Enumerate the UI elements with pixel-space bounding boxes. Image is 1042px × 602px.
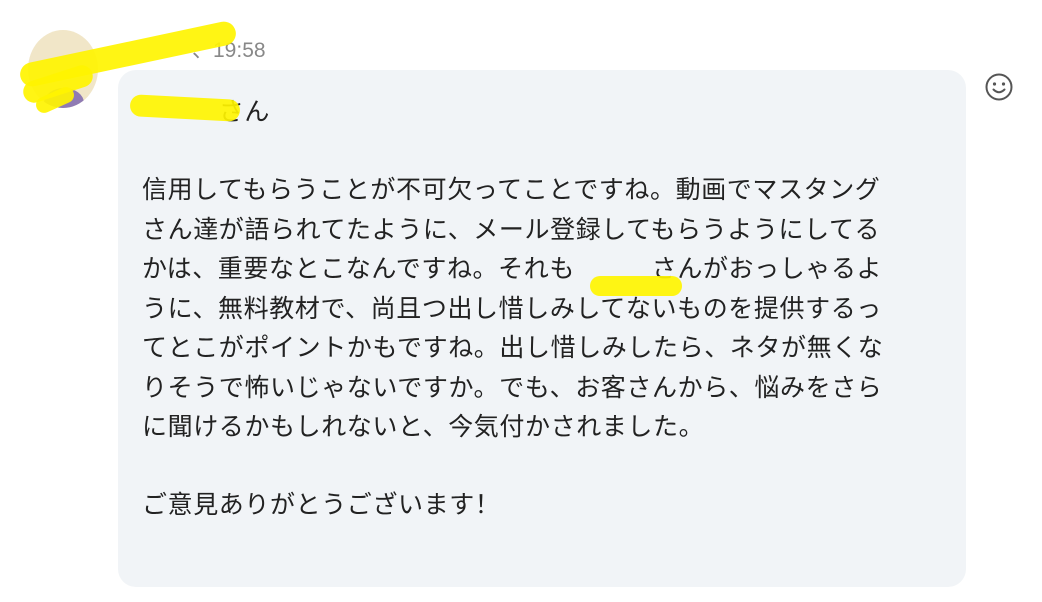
- message-time: 、19:58: [192, 39, 266, 62]
- message-bubble: さん 信用してもらうことが不可欠ってことですね。動画でマスタング さん達が語られ…: [118, 70, 966, 587]
- smile-icon: [985, 73, 1013, 101]
- avatar-figure: [44, 88, 84, 108]
- message-paragraph: 信用してもらうことが不可欠ってことですね。動画でマスタング さん達が語られてたよ…: [142, 175, 884, 441]
- message-greeting: さん: [142, 97, 271, 126]
- message-meta: 、19:58: [120, 34, 266, 64]
- message-thanks: ご意見ありがとうございます！: [142, 489, 501, 519]
- chat-message: 、19:58 さん 信用してもらうことが不可欠ってことですね。動画でマスタング …: [0, 0, 1042, 602]
- avatar[interactable]: [28, 30, 98, 108]
- emoji-reaction-button[interactable]: [982, 70, 1016, 104]
